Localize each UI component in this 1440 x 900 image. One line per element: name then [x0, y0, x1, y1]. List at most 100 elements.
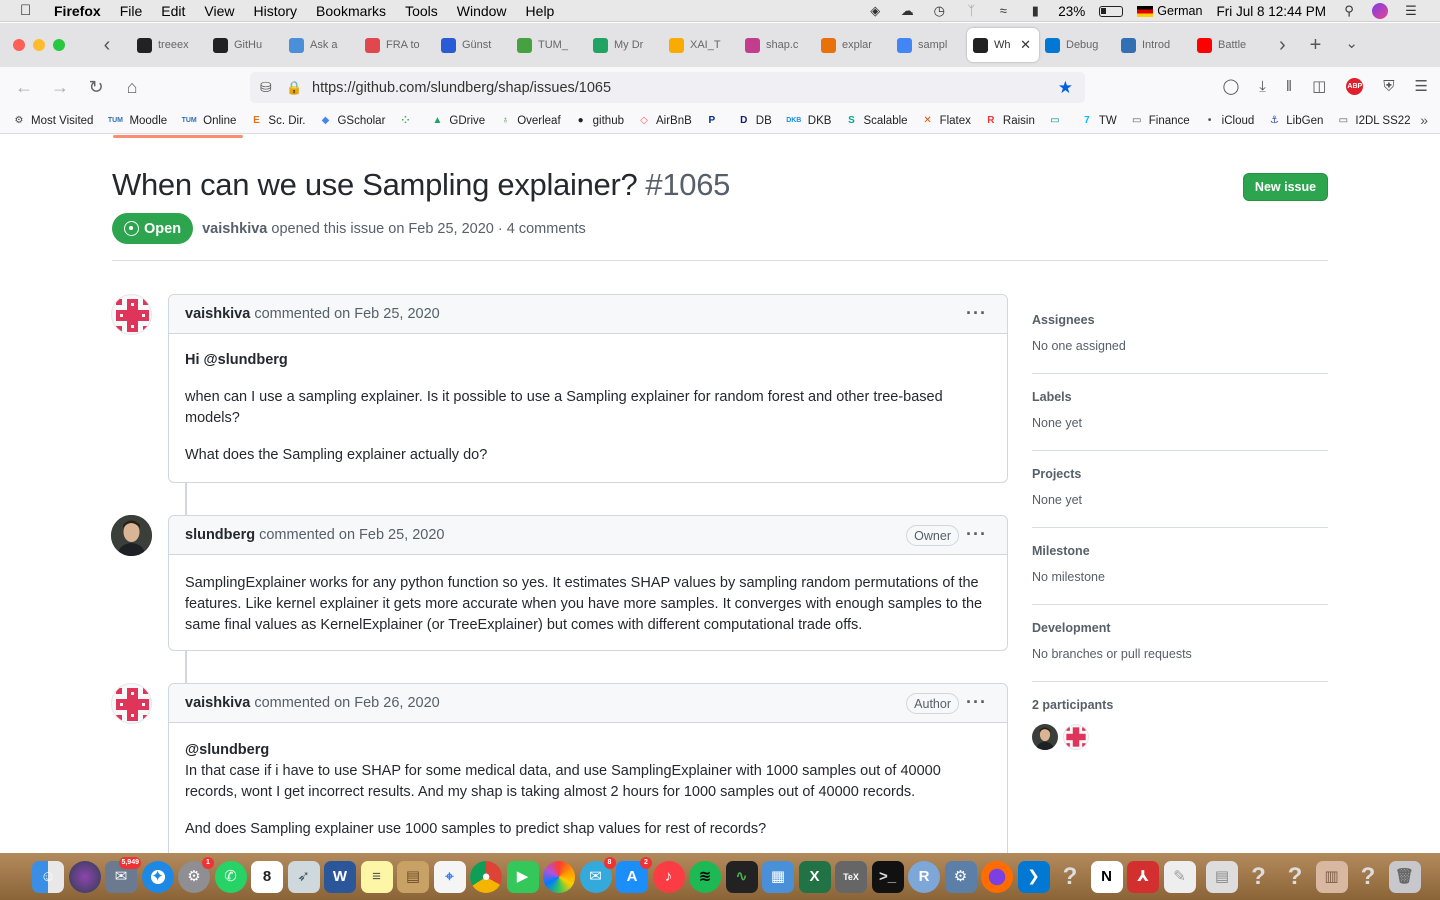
tabs-scroll-right-icon[interactable]: ›: [1279, 34, 1286, 57]
wifi-icon[interactable]: ≈: [994, 4, 1012, 18]
bookmark-item[interactable]: ◇ AirBnB: [637, 114, 692, 128]
apple-menu-icon[interactable]: : [20, 2, 38, 19]
tab[interactable]: Debug: [1039, 28, 1115, 62]
avatar[interactable]: [111, 515, 152, 556]
downloads-icon[interactable]: ⤓: [1259, 78, 1266, 95]
r-icon[interactable]: R: [908, 860, 940, 893]
tab[interactable]: treeex: [131, 28, 207, 62]
messages-icon[interactable]: ✉ 8: [579, 856, 616, 893]
bookmark-item[interactable]: P: [705, 114, 724, 128]
bookmark-item[interactable]: R Raisin: [984, 114, 1035, 128]
spotify-icon[interactable]: ≋: [689, 860, 721, 893]
time-machine-icon[interactable]: ◷: [930, 4, 948, 18]
bookmark-item[interactable]: D DB: [737, 114, 772, 128]
sidebar-assignees-title[interactable]: Assignees: [1032, 313, 1328, 327]
bookmark-item[interactable]: ♁ Overleaf: [498, 114, 560, 128]
firefox-icon[interactable]: [981, 860, 1013, 893]
tab[interactable]: Battle: [1191, 28, 1267, 62]
menu-view[interactable]: View: [204, 3, 234, 19]
notion-icon[interactable]: N: [1090, 860, 1123, 893]
tab[interactable]: shap.c: [739, 28, 815, 62]
german-flag-icon[interactable]: [1137, 5, 1154, 17]
bookmark-item[interactable]: • iCloud: [1203, 114, 1254, 128]
new-tab-button[interactable]: +: [1310, 34, 1322, 57]
tab[interactable]: Ask a: [283, 28, 359, 62]
unknown-app-icon[interactable]: ?: [1243, 861, 1275, 893]
tab[interactable]: explar: [815, 28, 891, 62]
comment-author[interactable]: slundberg: [185, 527, 255, 543]
safari-icon[interactable]: ✦: [141, 860, 174, 893]
terminal-icon[interactable]: >_: [871, 860, 904, 893]
close-tab-icon[interactable]: ✕: [1020, 37, 1031, 53]
notes-icon[interactable]: ≡: [360, 860, 393, 893]
tab[interactable]: FRA to: [359, 28, 435, 62]
calendar-icon[interactable]: 8: [251, 860, 283, 893]
battery-icon[interactable]: [1099, 5, 1124, 17]
finder-icon[interactable]: ☺: [32, 860, 64, 893]
activity-monitor-icon[interactable]: ∿: [725, 860, 758, 893]
bookmark-item[interactable]: ⁘: [398, 114, 417, 128]
whatsapp-icon[interactable]: ✆: [214, 860, 247, 893]
bookmark-item[interactable]: ✕ Flatex: [921, 114, 971, 128]
zoom-window-button[interactable]: [53, 39, 65, 51]
bookmark-item[interactable]: ▭: [1048, 114, 1067, 128]
bookmark-item[interactable]: ▭ Finance: [1130, 114, 1190, 128]
list-all-tabs-icon[interactable]: ⌄: [1345, 34, 1358, 57]
url-bar[interactable]: ⛁ 🔒 https://github.com/slundberg/shap/is…: [250, 72, 1085, 103]
chrome-icon[interactable]: ●: [470, 860, 502, 893]
contacts-icon[interactable]: ▤: [397, 860, 429, 893]
comment-author[interactable]: vaishkiva: [185, 306, 250, 322]
new-issue-button[interactable]: New issue: [1243, 173, 1328, 201]
word-icon[interactable]: W: [324, 860, 356, 893]
bookmark-item[interactable]: S Scalable: [844, 114, 907, 128]
bookmark-item[interactable]: ◆ GScholar: [318, 114, 386, 128]
acrobat-icon[interactable]: ⅄: [1127, 860, 1159, 893]
tracking-protection-icon[interactable]: ⛁: [260, 79, 274, 96]
preview-icon[interactable]: ▦: [762, 860, 794, 893]
bookmark-item[interactable]: ▲ GDrive: [430, 114, 485, 128]
issue-author-link[interactable]: vaishkiva: [202, 221, 267, 237]
notification-center-icon[interactable]: ☰: [1402, 4, 1420, 18]
minimize-window-button[interactable]: [33, 39, 45, 51]
tab[interactable]: sampl: [891, 28, 967, 62]
launchpad-icon[interactable]: ➶: [287, 860, 320, 893]
menu-history[interactable]: History: [253, 3, 297, 19]
mail-icon[interactable]: ✉ 5,949: [105, 856, 141, 893]
cloud-icon[interactable]: ☁: [898, 4, 916, 18]
sidebar-development-title[interactable]: Development: [1032, 621, 1328, 635]
sidebar-icon[interactable]: ◫: [1312, 77, 1326, 95]
reload-button[interactable]: ↻: [78, 77, 114, 98]
participant-avatar[interactable]: [1063, 724, 1089, 750]
input-source[interactable]: German: [1157, 4, 1202, 18]
bookmark-item[interactable]: ● github: [574, 114, 624, 128]
sidebar-labels-title[interactable]: Labels: [1032, 390, 1328, 404]
avatar[interactable]: [111, 683, 152, 724]
sidebar-milestone-title[interactable]: Milestone: [1032, 544, 1328, 558]
photos-icon[interactable]: [543, 860, 575, 893]
menu-edit[interactable]: Edit: [161, 3, 185, 19]
trash-icon[interactable]: 🗑: [1388, 860, 1421, 893]
siri-icon[interactable]: [1372, 3, 1388, 19]
unknown-app-icon[interactable]: ?: [1352, 861, 1384, 893]
forward-button[interactable]: →: [42, 77, 78, 98]
siri-icon[interactable]: [68, 860, 101, 893]
spotlight-icon[interactable]: ⚲: [1340, 4, 1358, 18]
more-bookmarks-icon[interactable]: »: [1420, 112, 1428, 128]
adblock-icon[interactable]: ABP: [1346, 77, 1364, 95]
tab[interactable]: TUM_: [511, 28, 587, 62]
menu-app-name[interactable]: Firefox: [54, 3, 101, 19]
comment-author[interactable]: vaishkiva: [185, 695, 250, 711]
comment-options-icon[interactable]: ···: [966, 303, 987, 324]
excel-icon[interactable]: X: [798, 860, 831, 893]
unknown-app-icon[interactable]: ?: [1279, 861, 1311, 893]
library-icon[interactable]: ‖: [1286, 78, 1292, 95]
comment-timestamp[interactable]: commented on Feb 25, 2020: [254, 306, 439, 322]
tab[interactable]: Günst: [435, 28, 511, 62]
clock[interactable]: Fri Jul 8 12:44 PM: [1216, 4, 1326, 19]
tab[interactable]: XAI_T: [663, 28, 739, 62]
facetime-icon[interactable]: ▶: [506, 860, 539, 893]
tab[interactable]: GitHu: [207, 28, 283, 62]
comment-timestamp[interactable]: commented on Feb 26, 2020: [254, 695, 439, 711]
downloads-stack-icon[interactable]: ▥: [1315, 860, 1348, 893]
comment-timestamp[interactable]: commented on Feb 25, 2020: [259, 527, 444, 543]
